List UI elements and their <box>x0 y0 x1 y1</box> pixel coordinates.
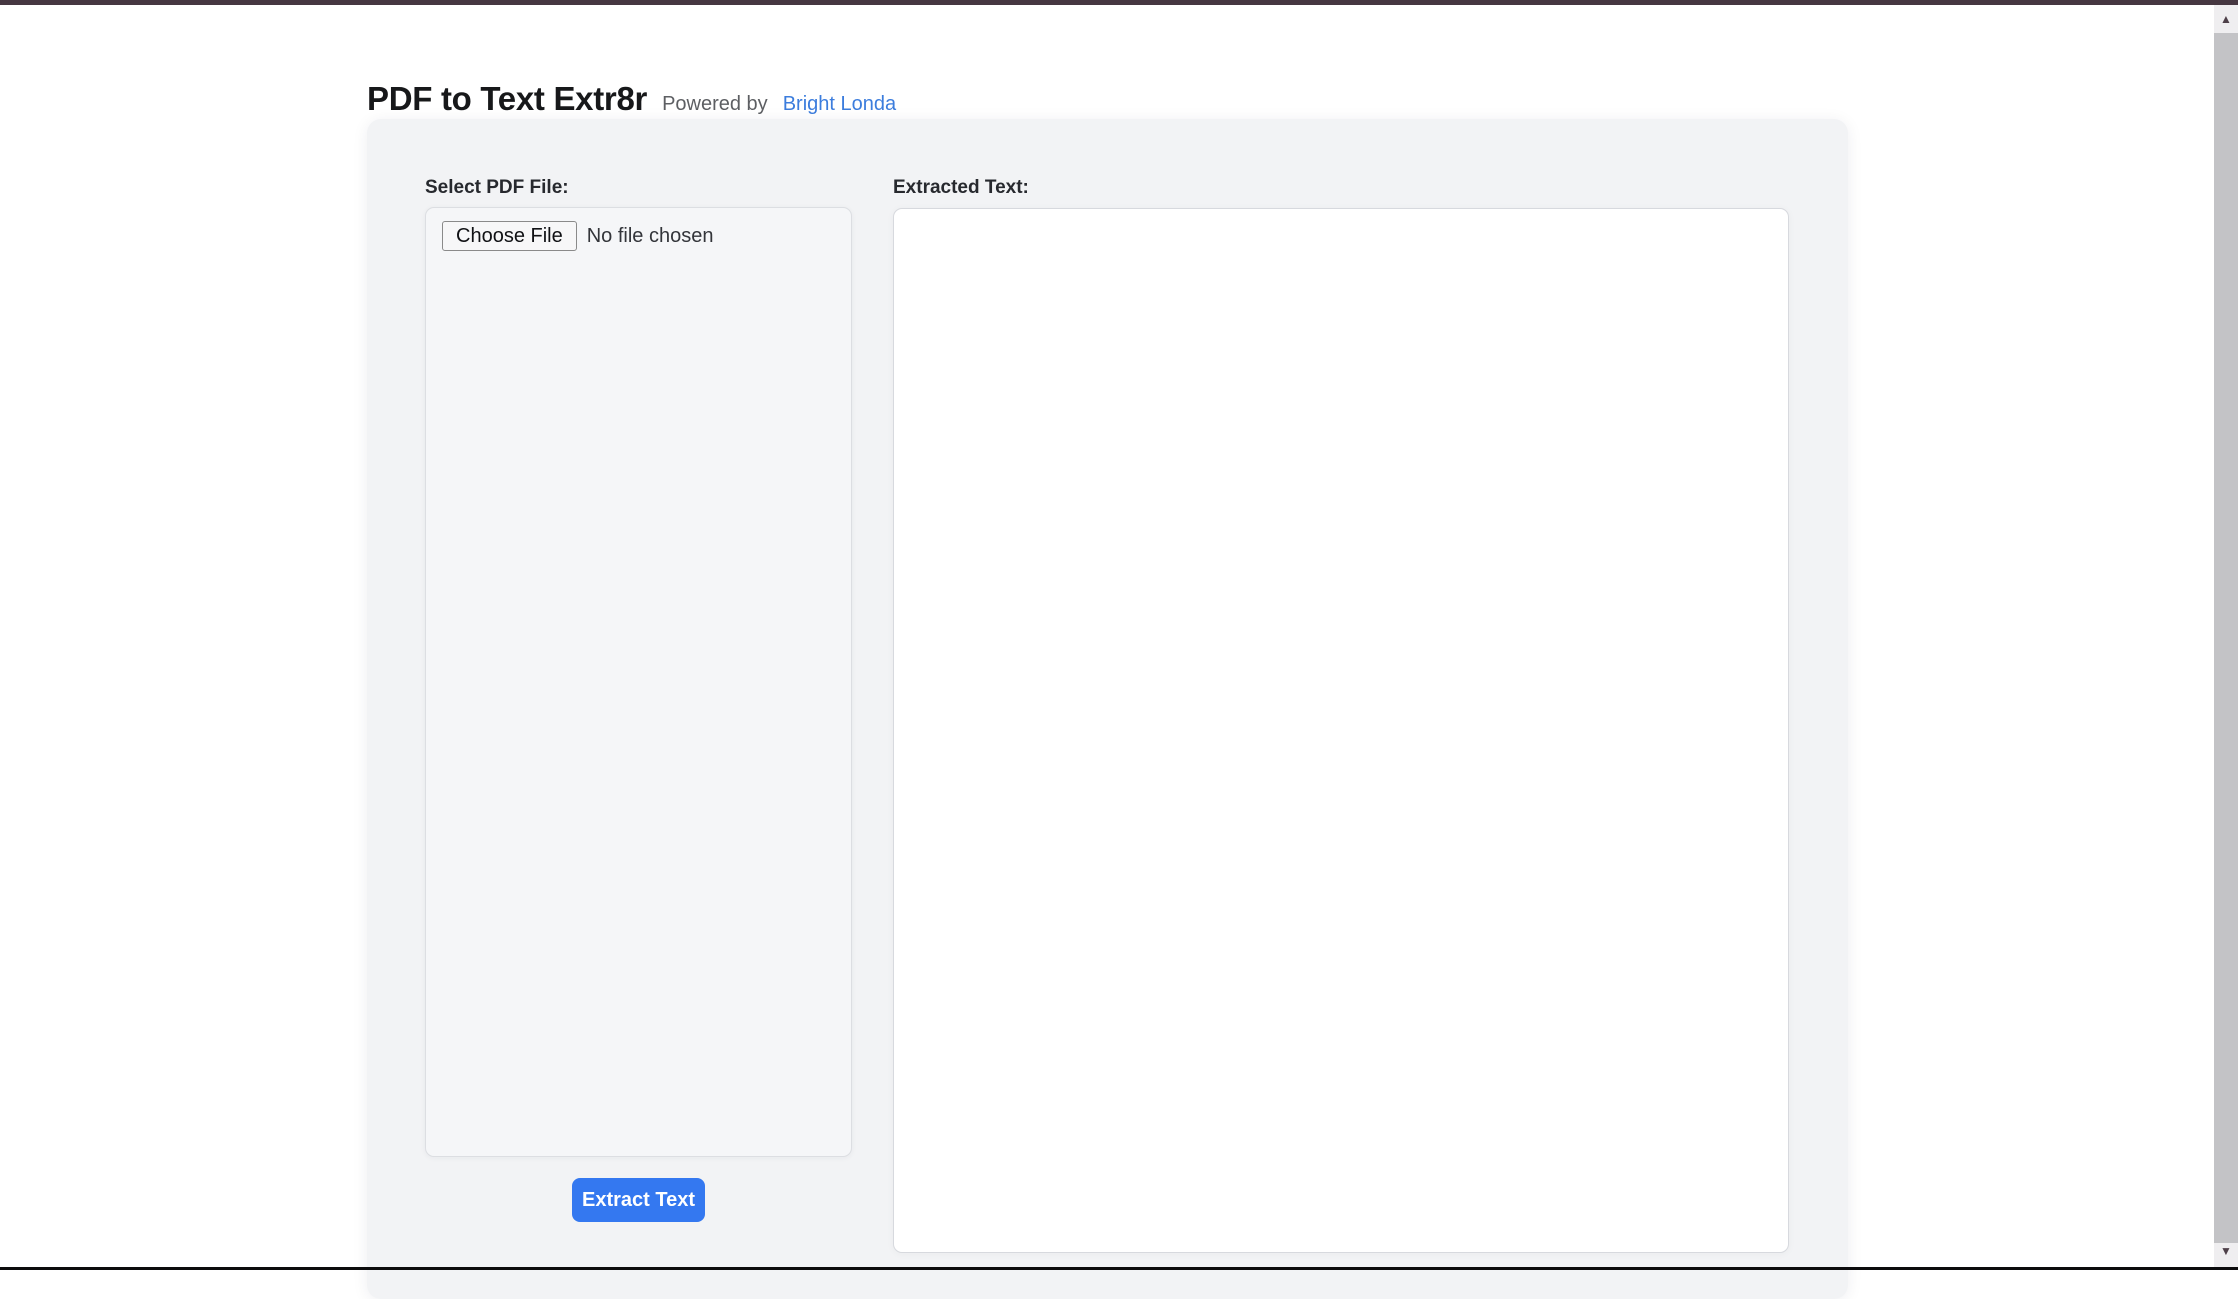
extracted-text-label: Extracted Text: <box>893 177 1029 199</box>
extract-text-button[interactable]: Extract Text <box>572 1178 705 1222</box>
extracted-text-area[interactable] <box>893 208 1789 1253</box>
file-input-row: Choose File No file chosen <box>442 221 835 251</box>
main-card: Select PDF File: Choose File No file cho… <box>367 119 1848 1299</box>
scroll-down-icon[interactable]: ▼ <box>2214 1237 2238 1265</box>
select-pdf-label: Select PDF File: <box>425 177 569 199</box>
scrollbar-thumb[interactable] <box>2214 33 2238 1243</box>
brand-link[interactable]: Bright Londa <box>783 93 896 116</box>
file-drop-panel: Choose File No file chosen <box>425 207 852 1157</box>
page-title: PDF to Text Extr8r <box>367 80 647 118</box>
powered-by-text: Powered by <box>662 93 768 116</box>
page-header: PDF to Text Extr8r Powered by Bright Lon… <box>367 80 896 118</box>
no-file-chosen-text: No file chosen <box>587 225 714 248</box>
choose-file-button[interactable]: Choose File <box>442 221 577 251</box>
browser-top-bar <box>0 0 2238 5</box>
scroll-up-icon[interactable]: ▲ <box>2214 5 2238 33</box>
vertical-scrollbar[interactable]: ▲ ▼ <box>2214 5 2238 1267</box>
